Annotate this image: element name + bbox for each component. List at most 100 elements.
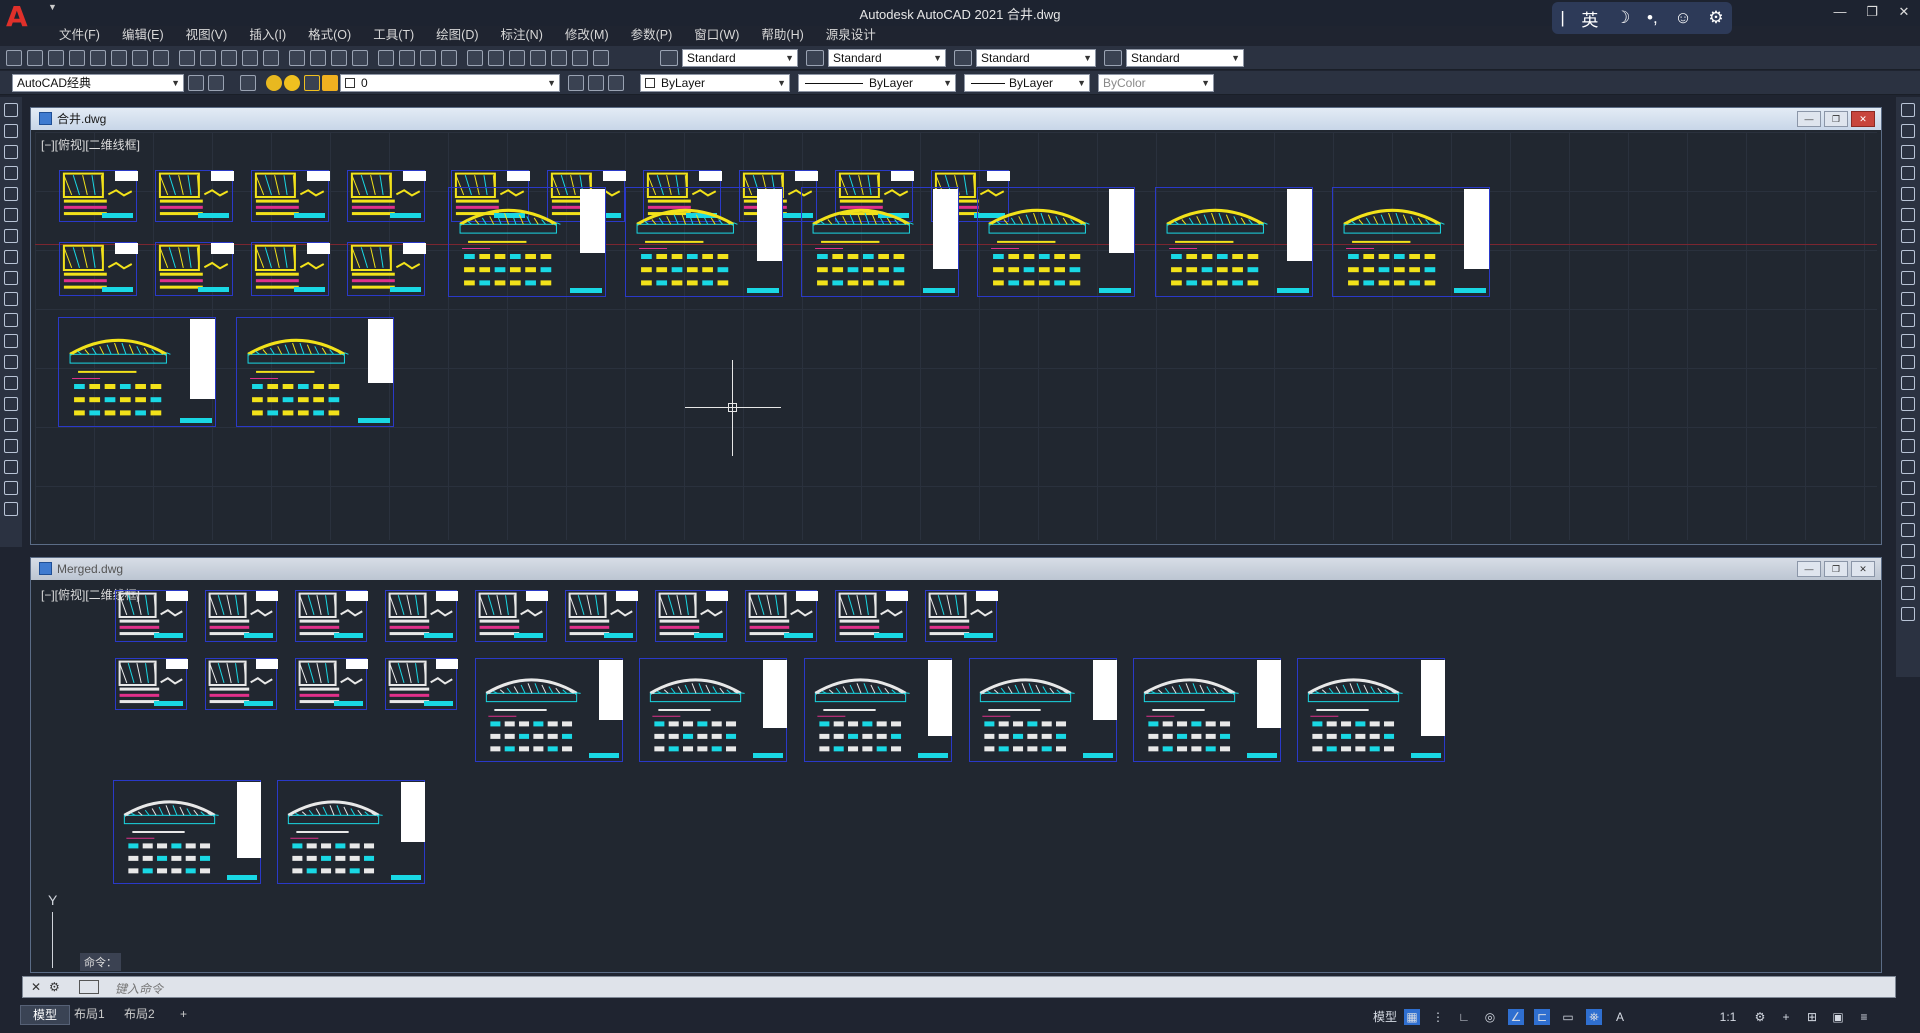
drawing-sheet[interactable] xyxy=(251,170,330,222)
linetype-select[interactable]: ByLayer ▼ xyxy=(798,74,956,92)
table-style-icon[interactable] xyxy=(954,50,972,66)
match-properties-icon[interactable] xyxy=(242,50,258,66)
drawing-sheet[interactable] xyxy=(745,590,818,642)
drawing-sheet[interactable] xyxy=(295,658,368,710)
drawing-sheet[interactable] xyxy=(113,780,261,884)
move-icon[interactable] xyxy=(1901,208,1915,222)
menu-help[interactable]: 帮助(H) xyxy=(750,26,814,46)
layer-previous-icon[interactable] xyxy=(588,75,604,91)
grid-icon[interactable]: ▦ xyxy=(1404,1009,1420,1025)
vp-close-button[interactable]: ✕ xyxy=(1851,561,1875,577)
workspace-gear-icon[interactable]: ⚙ xyxy=(1752,1009,1768,1025)
bring-above-icon[interactable] xyxy=(1901,544,1915,558)
drawing-window-merged[interactable]: Merged.dwg — ❐ ✕ [−][俯视][二维线框] Y xyxy=(30,557,1882,973)
tab-layout1[interactable]: 布局1 xyxy=(62,1005,117,1025)
layer-match-icon[interactable] xyxy=(608,75,624,91)
moon-icon[interactable]: ☽ xyxy=(1615,8,1630,28)
drawing-sheet[interactable] xyxy=(205,590,278,642)
drawing-sheet[interactable] xyxy=(475,590,548,642)
erase-icon[interactable] xyxy=(1901,103,1915,117)
snap-icon[interactable]: ⋮ xyxy=(1430,1009,1446,1025)
drawing-sheet[interactable] xyxy=(977,187,1135,297)
isolate-objects-icon[interactable]: ⊞ xyxy=(1804,1009,1820,1025)
scale-icon[interactable] xyxy=(1901,250,1915,264)
command-history-icon[interactable] xyxy=(79,980,99,994)
trim-icon[interactable] xyxy=(1901,292,1915,306)
drawing-sheet[interactable] xyxy=(347,170,426,222)
layer-properties-icon[interactable] xyxy=(240,75,256,91)
menu-window[interactable]: 窗口(W) xyxy=(683,26,750,46)
drawing-sheet[interactable] xyxy=(115,658,188,710)
drawing-sheet[interactable] xyxy=(295,590,368,642)
command-input[interactable]: 键入命令 xyxy=(115,980,163,997)
copy-icon[interactable] xyxy=(200,50,216,66)
fillet-icon[interactable] xyxy=(1901,418,1915,432)
drawing-sheet[interactable] xyxy=(347,242,426,296)
layer-on-bulb-icon[interactable] xyxy=(266,75,282,91)
drawing-sheet[interactable] xyxy=(236,317,394,427)
dim-style-select[interactable]: Standard ▼ xyxy=(828,49,946,67)
drawing-sheet[interactable] xyxy=(115,590,188,642)
send-under-icon[interactable] xyxy=(1901,565,1915,579)
menu-draw[interactable]: 绘图(D) xyxy=(425,26,489,46)
polygon-icon[interactable] xyxy=(4,166,18,180)
spline-icon[interactable] xyxy=(4,271,18,285)
break-at-point-icon[interactable] xyxy=(1901,334,1915,348)
ime-language-toggle[interactable]: 英 xyxy=(1581,6,1598,31)
otrack-icon[interactable]: ▭ xyxy=(1560,1009,1576,1025)
properties-icon[interactable] xyxy=(467,50,483,66)
rotate-icon[interactable] xyxy=(1901,229,1915,243)
paste-icon[interactable] xyxy=(221,50,237,66)
hatch-back-icon[interactable] xyxy=(1901,607,1915,621)
menu-dimension[interactable]: 标注(N) xyxy=(490,26,554,46)
offset-icon[interactable] xyxy=(1901,166,1915,180)
insert-block-icon[interactable] xyxy=(4,334,18,348)
open-icon[interactable] xyxy=(27,50,43,66)
layer-lock-icon[interactable] xyxy=(322,75,338,91)
rectangle-icon[interactable] xyxy=(4,187,18,201)
drawing-sheet[interactable] xyxy=(155,170,234,222)
vp-maximize-button[interactable]: ❐ xyxy=(1824,111,1848,127)
vp-minimize-button[interactable]: — xyxy=(1797,561,1821,577)
drawing-sheet[interactable] xyxy=(565,590,638,642)
drawing-sheet[interactable] xyxy=(925,590,998,642)
drawing-sheet[interactable] xyxy=(655,590,728,642)
block-editor-icon[interactable] xyxy=(263,50,279,66)
cut-icon[interactable] xyxy=(179,50,195,66)
lineweight-select[interactable]: ByLayer ▼ xyxy=(964,74,1090,92)
close-button[interactable]: ✕ xyxy=(1888,0,1920,26)
annotation-icon[interactable]: A xyxy=(1612,1009,1628,1025)
publish-icon[interactable] xyxy=(132,50,148,66)
new-icon[interactable] xyxy=(6,50,22,66)
point-icon[interactable] xyxy=(4,376,18,390)
zoom-realtime-icon[interactable] xyxy=(399,50,415,66)
restore-button[interactable]: ❐ xyxy=(1856,0,1888,26)
drawing-sheet[interactable] xyxy=(277,780,425,884)
zoom-previous-icon[interactable] xyxy=(441,50,457,66)
text-style-select[interactable]: Standard ▼ xyxy=(682,49,798,67)
viewport-controls-label[interactable]: [−][俯视][二维线框] xyxy=(41,136,140,153)
drawing-sheet[interactable] xyxy=(625,187,783,297)
bring-front-icon[interactable] xyxy=(1901,502,1915,516)
multileader-style-select[interactable]: Standard ▼ xyxy=(1126,49,1244,67)
drawing-sheet[interactable] xyxy=(475,658,623,762)
text-front-icon[interactable] xyxy=(1901,586,1915,600)
zoom-window-icon[interactable] xyxy=(420,50,436,66)
redo-dropdown-icon[interactable] xyxy=(352,50,368,66)
chamfer-icon[interactable] xyxy=(1901,397,1915,411)
join-icon[interactable] xyxy=(1901,376,1915,390)
drawing-sheet[interactable] xyxy=(385,658,458,710)
mirror-icon[interactable] xyxy=(1901,145,1915,159)
line-icon[interactable] xyxy=(4,103,18,117)
menu-insert[interactable]: 插入(I) xyxy=(238,26,297,46)
drawing-sheet[interactable] xyxy=(835,590,908,642)
redo-icon[interactable] xyxy=(331,50,347,66)
fullscreen-icon[interactable]: ▣ xyxy=(1830,1009,1846,1025)
plot-preview-icon[interactable] xyxy=(111,50,127,66)
drawing-sheet[interactable] xyxy=(969,658,1117,762)
construction-line-icon[interactable] xyxy=(4,124,18,138)
arc-icon[interactable] xyxy=(4,208,18,222)
tab-layout2[interactable]: 布局2 xyxy=(112,1005,167,1025)
drawing-sheet[interactable] xyxy=(1155,187,1313,297)
minimize-button[interactable]: — xyxy=(1824,0,1856,26)
